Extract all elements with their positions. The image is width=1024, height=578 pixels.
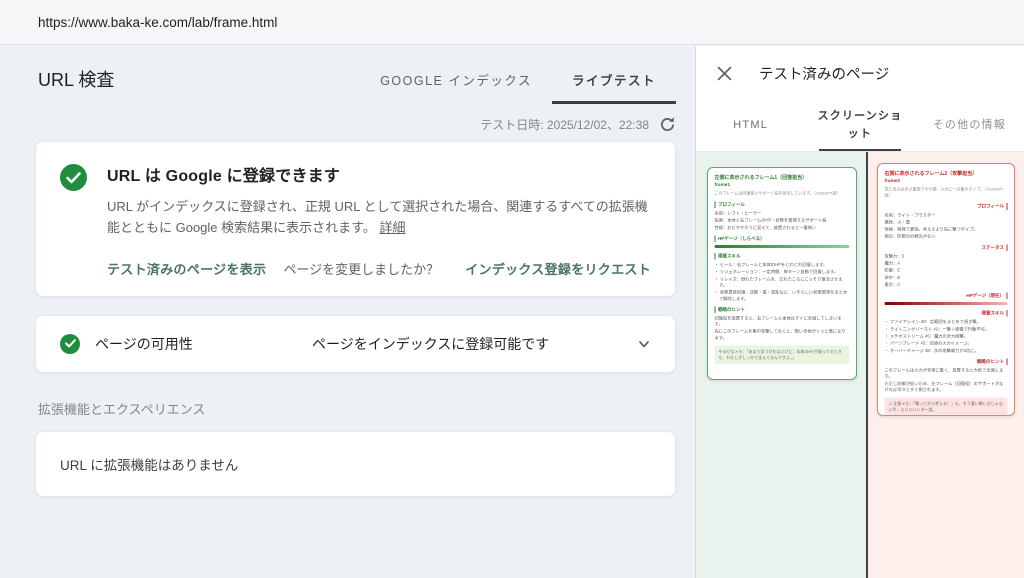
- screenshot-bullet: ・ ヒール：右フレームと本体のHPをじわじわ回復します。: [715, 261, 850, 267]
- chevron-down-icon[interactable]: [637, 337, 651, 351]
- screenshot-bullet: ・ バーンブレード 43：近接の火力イメージ。: [885, 340, 1008, 346]
- page-title: URL 検査: [38, 66, 114, 92]
- test-time-row: テスト日時: 2025/12/02、22:38: [35, 116, 676, 133]
- tab-more-info[interactable]: その他の情報: [915, 100, 1024, 151]
- screenshot-line: 名前：レフト・ヒーラー: [715, 210, 850, 216]
- screenshot-subtitle: frame2: [885, 177, 1008, 184]
- screenshot-bullet: ・ 状態異常回復：沈黙・毒・混乱など、いやらしい状態異常をまとめて解除します。: [715, 289, 850, 301]
- availability-label: ページの可用性: [95, 334, 297, 354]
- tab-google-index[interactable]: GOOGLE インデックス: [360, 54, 552, 104]
- page-availability-card[interactable]: ページの可用性 ページをインデックスに登録可能です: [35, 315, 676, 373]
- tab-screenshot[interactable]: スクリーンショット: [805, 100, 914, 151]
- screenshot-frame2-area: 右側に表示されるフレーム2（攻撃担当）frame2 見た目の派手さ重視でやや雑、火…: [868, 152, 1024, 578]
- screenshot-bullet: ・ オーバーチャージ 48：次の攻撃威力が2倍に。: [885, 347, 1008, 353]
- screenshot-sec: プロフィール: [715, 201, 850, 208]
- screenshot-line: 先にこのフレームを集中攻撃しておくと、戦い全体がぐっと楽になります。: [715, 328, 850, 340]
- result-tabs: GOOGLE インデックス ライブテスト: [360, 54, 676, 104]
- screenshot-note: ⚠ 注意メモ：「撃ってから考える！」も、そう悪い戦い方じゃないぞ、えらいハンター…: [885, 398, 1008, 416]
- screenshot-line: 回復役を放置すると、右フレームと本体はすぐに全滅してしまいます。: [715, 315, 850, 327]
- enhancements-text: URL に拡張機能はありません: [60, 458, 238, 473]
- enhancements-card: URL に拡張機能はありません: [35, 431, 676, 497]
- screenshot-note: やるせなメモ：「あまり気づかれないけど、本体のHPが減ってるときも、わたしがしっ…: [715, 346, 850, 365]
- screenshot-frame1-content: 左側に表示されるフレーム1（回復担当）frame1 このフレームは回復係とサポート…: [708, 168, 856, 371]
- availability-value: ページをインデックスに登録可能です: [312, 334, 622, 354]
- tested-page-panel: テスト済みのページ HTML スクリーンショット その他の情報 左側に表示される…: [695, 46, 1024, 578]
- screenshot-bar: [885, 302, 1008, 305]
- enhancements-section-label: 拡張機能とエクスペリエンス: [38, 399, 676, 418]
- screenshot-intro: このフレームは回復係とサポート役を担当しています。（ChatGPT談）: [715, 191, 850, 197]
- screenshot-line: 属性：火・雷: [885, 219, 1008, 225]
- screenshot-line: このフレームは火力が非常に重く、放置すると大抵で全滅します。: [885, 367, 1008, 379]
- screenshot-line: 防御：E: [885, 267, 1008, 273]
- screenshot-sec: プロフィール: [885, 203, 1008, 210]
- screenshot-line: 名前：ライト・ブラスター: [885, 212, 1008, 218]
- screenshot-title: 右側に表示されるフレーム2（攻撃担当）: [885, 171, 1008, 178]
- screenshot-frame2-content: 右側に表示されるフレーム2（攻撃担当）frame2 見た目の派手さ重視でやや雑、火…: [878, 164, 1014, 416]
- screenshot-sec: 戦略のヒント: [885, 359, 1008, 366]
- screenshot-bullet: ・ ファイアレイン 40：広範囲をまとめて焼き撃。: [885, 319, 1008, 325]
- screenshot-sec: 得意スキル: [715, 253, 850, 260]
- url-inspection-main: URL 検査 GOOGLE インデックス ライブテスト テスト日時: 2025/…: [0, 46, 695, 578]
- screenshot-line: 命中：B: [885, 274, 1008, 280]
- indexability-result-card: URL は Google に登録できます URL がインデックスに登録され、正規…: [35, 141, 676, 297]
- screenshot-frame1-card: 左側に表示されるフレーム1（回復担当）frame1 このフレームは回復係とサポート…: [707, 167, 857, 380]
- tab-live-test[interactable]: ライブテスト: [552, 54, 676, 104]
- inspected-url[interactable]: https://www.baka-ke.com/lab/frame.html: [38, 15, 277, 30]
- availability-check-icon: [60, 334, 80, 354]
- screenshot-line: 性格：おだやかそうに見えて、放置されると一番怖い: [715, 224, 850, 230]
- screenshot-intro: 見た目の派手さ重視でやや雑、火力に一点集中タイプ。（ChatGPT談）: [885, 187, 1008, 199]
- test-time-label: テスト日時: 2025/12/02、22:38: [480, 116, 649, 133]
- screenshot-bullet: ・ メテオストリーム 45：魔力の全力砲撃。: [885, 333, 1008, 339]
- screenshot-line: ただし防御が低いため、左フレーム（回復役）のサポートがなければ早々とすぐ倒されま…: [885, 380, 1008, 392]
- screenshot-sec: HPゲージ（現在）: [885, 293, 1008, 300]
- tab-html[interactable]: HTML: [696, 100, 805, 151]
- screenshot-bar: [715, 245, 850, 248]
- screenshot-line: 素早：C: [885, 282, 1008, 288]
- result-description-text: URL がインデックスに登録され、正規 URL として選択された場合、関連するす…: [107, 199, 648, 235]
- screenshot-line: 弱点：防御力の概念がない: [885, 233, 1008, 239]
- screenshot-line: 性格：瞬発で豪快。考えるより先に撃つタイプ。: [885, 226, 1008, 232]
- details-link[interactable]: 詳細: [379, 220, 405, 235]
- changed-page-text: ページを変更しましたか？: [283, 259, 439, 278]
- url-bar[interactable]: https://www.baka-ke.com/lab/frame.html: [0, 0, 1024, 45]
- refresh-icon[interactable]: [659, 116, 676, 133]
- screenshot-line: 攻撃力：S: [885, 253, 1008, 259]
- screenshot-sec: ステータス: [885, 244, 1008, 251]
- screenshot-frame2-card: 右側に表示されるフレーム2（攻撃担当）frame2 見た目の派手さ重視でやや雑、火…: [877, 163, 1015, 416]
- screenshot-subtitle: frame1: [715, 181, 850, 188]
- panel-header: テスト済みのページ: [696, 46, 1024, 100]
- close-icon[interactable]: [716, 65, 733, 82]
- result-actions-row: テスト済みのページを表示 ページを変更しましたか？ インデックス登録をリクエスト: [60, 259, 651, 278]
- screenshot-title: 左側に表示されるフレーム1（回復担当）: [715, 175, 850, 182]
- screenshot-bullet: ・ リジェネレーション：一定時間、毎ターン自動で回復します。: [715, 269, 850, 275]
- panel-tabs: HTML スクリーンショット その他の情報: [696, 100, 1024, 152]
- screenshot-bullet: ・ ライトニングバースト 42：一撃＋感電で行動不可。: [885, 326, 1008, 332]
- screenshot-frame1-area: 左側に表示されるフレーム1（回復担当）frame1 このフレームは回復係とサポート…: [696, 152, 866, 578]
- panel-title: テスト済みのページ: [759, 63, 889, 84]
- screenshot-sec: HPゲージ（しらべる）: [715, 235, 850, 242]
- view-tested-page-link[interactable]: テスト済みのページを表示: [107, 259, 266, 278]
- screenshot-sec: 得意スキル: [885, 310, 1008, 317]
- success-check-icon: [60, 164, 87, 191]
- screenshot-sec: 戦略のヒント: [715, 306, 850, 313]
- screenshot-bullet: ・ リレイズ：倒れたフレームを、忘れたころにこっそり復活させます。: [715, 276, 850, 288]
- screenshot-line: 魔力：A: [885, 260, 1008, 266]
- request-indexing-link[interactable]: インデックス登録をリクエスト: [465, 259, 651, 278]
- screenshot-line: 役割：本体と右フレームのHP・状態を管理するサポート役: [715, 217, 850, 223]
- screenshot-preview: 左側に表示されるフレーム1（回復担当）frame1 このフレームは回復係とサポート…: [696, 152, 1024, 578]
- inspection-header: URL 検査 GOOGLE インデックス ライブテスト: [35, 54, 676, 104]
- result-title: URL は Google に登録できます: [107, 162, 651, 186]
- result-description: URL がインデックスに登録され、正規 URL として選択された場合、関連するす…: [107, 196, 651, 239]
